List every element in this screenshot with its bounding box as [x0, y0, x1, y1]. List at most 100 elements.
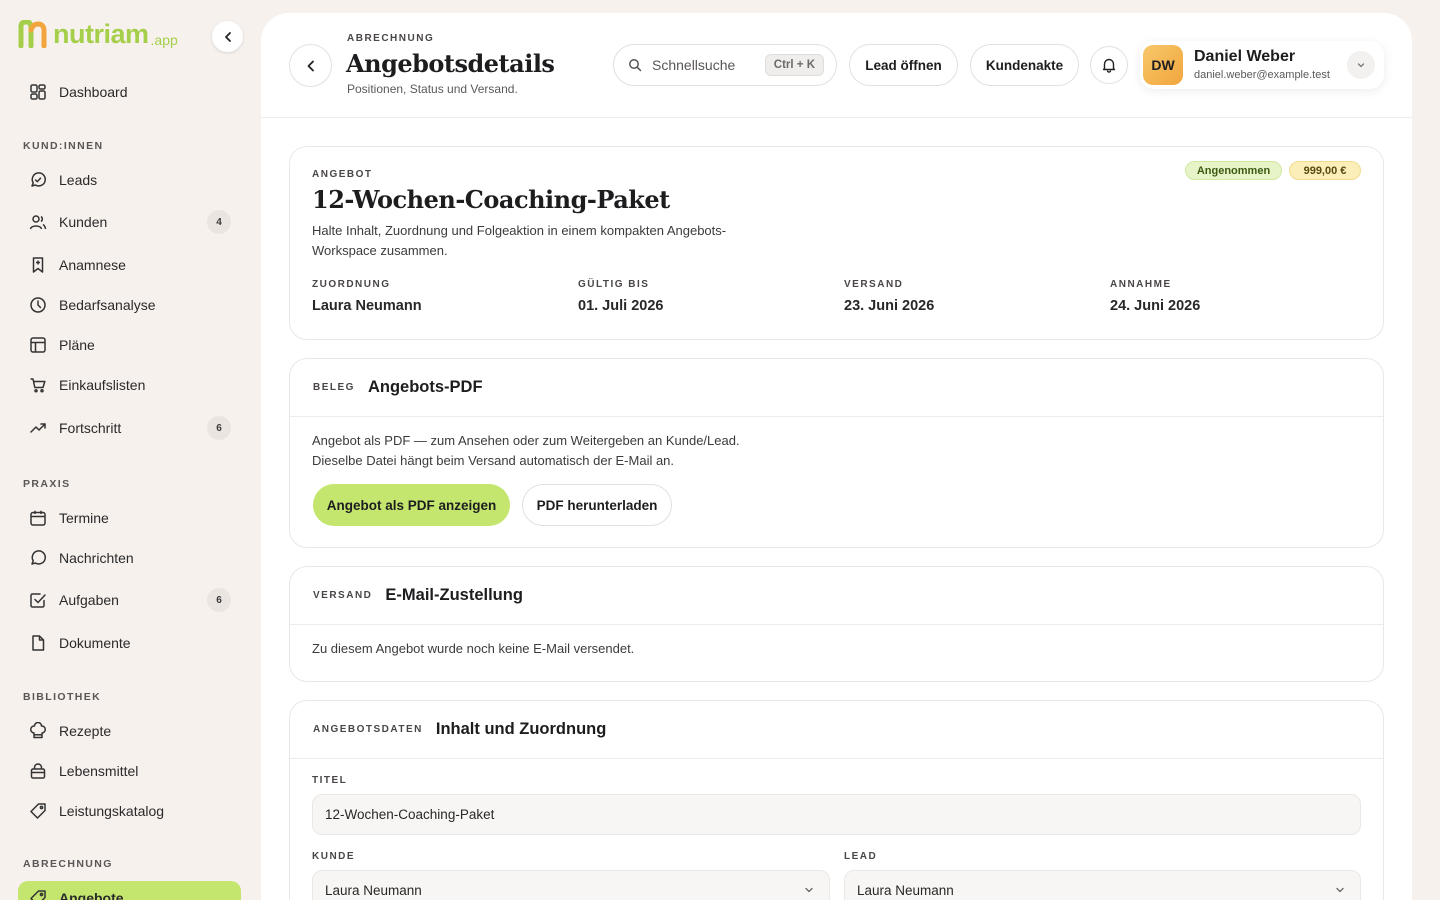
chevron-down-icon — [1357, 63, 1365, 68]
sidebar-item-aufgaben[interactable]: Aufgaben 6 — [18, 583, 241, 617]
pdf-card: BELEG Angebots-PDF Angebot als PDF — zum… — [289, 358, 1384, 548]
title-field[interactable]: 12-Wochen-Coaching-Paket — [312, 794, 1361, 835]
search-shortcut-hint: Ctrl + K — [764, 54, 824, 76]
sidebar-item-label: Angebote — [59, 890, 124, 900]
sidebar-item-label: Fortschritt — [59, 420, 122, 436]
calendar-icon — [29, 509, 47, 527]
sidebar-item-label: Leads — [59, 172, 98, 188]
sidebar-item-nachrichten[interactable]: Nachrichten — [18, 541, 241, 575]
brand-logo[interactable]: nutriam .app — [18, 20, 178, 48]
email-card-header: VERSAND E-Mail-Zustellung — [290, 567, 1383, 625]
search-icon — [629, 59, 642, 72]
offer-data-header: ANGEBOTSDATEN Inhalt und Zuordnung — [290, 701, 1383, 759]
avatar: DW — [1143, 45, 1183, 85]
sidebar-item-einkaufslisten[interactable]: Einkaufslisten — [18, 368, 241, 402]
count-badge: 6 — [207, 416, 231, 440]
search-input[interactable]: Schnellsuche Ctrl + K — [613, 44, 837, 86]
sidebar-item-plaene[interactable]: Pläne — [18, 328, 241, 362]
count-badge: 4 — [207, 210, 231, 234]
sidebar-item-leads[interactable]: Leads — [18, 163, 241, 197]
user-menu-toggle[interactable] — [1347, 51, 1375, 79]
sidebar-item-label: Lebensmittel — [59, 763, 139, 779]
checkbox-icon — [29, 591, 47, 609]
pdf-info-line-2: Dieselbe Datei hängt beim Versand automa… — [312, 453, 675, 468]
offer-data-eyebrow: ANGEBOTSDATEN — [313, 724, 423, 735]
sidebar-item-angebote[interactable]: Angebote — [18, 881, 241, 900]
chevron-down-icon — [805, 887, 813, 893]
table-icon — [29, 336, 47, 354]
view-pdf-button[interactable]: Angebot als PDF anzeigen — [313, 484, 510, 526]
pdf-eyebrow: BELEG — [313, 382, 355, 393]
bell-icon — [1102, 58, 1116, 73]
meta-label-valid-until: GÜLTIG BIS — [578, 279, 650, 290]
back-button[interactable] — [289, 44, 332, 87]
offer-data-card: ANGEBOTSDATEN Inhalt und Zuordnung TITEL… — [289, 700, 1384, 900]
sidebar-item-fortschritt[interactable]: Fortschritt 6 — [18, 411, 241, 445]
main-panel: ABRECHNUNG Angebotsdetails Positionen, S… — [261, 13, 1412, 900]
meta-value-valid-until: 01. Juli 2026 — [578, 298, 664, 314]
title-field-label: TITEL — [312, 775, 348, 786]
message-icon — [29, 549, 47, 567]
brand-name: nutriam — [53, 19, 149, 49]
user-name: Daniel Weber — [1194, 48, 1296, 65]
sidebar-item-anamnese[interactable]: Anamnese — [18, 248, 241, 282]
sidebar-item-lebensmittel[interactable]: Lebensmittel — [18, 754, 241, 788]
price-badge: 999,00 € — [1289, 161, 1361, 180]
meta-label-assignment: ZUORDNUNG — [312, 279, 391, 290]
sidebar-item-label: Termine — [59, 510, 109, 526]
collapse-sidebar-button[interactable] — [212, 21, 243, 52]
offer-summary-card: ANGEBOT 12-Wochen-Coaching-Paket Halte I… — [289, 146, 1384, 340]
email-delivery-card: VERSAND E-Mail-Zustellung Zu diesem Ange… — [289, 566, 1384, 682]
sidebar-item-label: Einkaufslisten — [59, 377, 146, 393]
chevron-down-icon — [1336, 887, 1344, 893]
user-email: daniel.weber@example.test — [1194, 69, 1330, 81]
nav-section-kundinnen: KUND:INNEN — [23, 140, 104, 152]
meta-label-accepted: ANNAHME — [1110, 279, 1172, 290]
page-eyebrow: ABRECHNUNG — [347, 33, 435, 44]
bookmark-icon — [29, 256, 47, 274]
sidebar-item-leistungskatalog[interactable]: Leistungskatalog — [18, 794, 241, 828]
page-subtitle: Positionen, Status und Versand. — [347, 82, 518, 96]
page-title: Angebotsdetails — [346, 49, 555, 78]
sidebar-item-label: Kunden — [59, 214, 108, 230]
meta-value-sent: 23. Juni 2026 — [844, 298, 935, 314]
email-title: E-Mail-Zustellung — [385, 586, 523, 604]
logo-mark-icon — [18, 20, 47, 48]
download-pdf-button[interactable]: PDF herunterladen — [522, 484, 672, 526]
sidebar-item-termine[interactable]: Termine — [18, 501, 241, 535]
customer-file-button[interactable]: Kundenakte — [970, 44, 1079, 86]
tag-icon — [29, 889, 47, 900]
dashboard-icon — [29, 83, 47, 101]
sidebar: nutriam .app Dashboard KUND:INNEN Leads … — [0, 0, 261, 900]
offer-title: 12-Wochen-Coaching-Paket — [312, 185, 670, 214]
user-menu[interactable]: DW Daniel Weber daniel.weber@example.tes… — [1140, 41, 1384, 89]
nav-section-bibliothek: BIBLIOTHEK — [23, 691, 102, 703]
lead-select-value: Laura Neumann — [857, 883, 954, 898]
sidebar-item-label: Dokumente — [59, 635, 131, 651]
status-badge: Angenommen — [1185, 161, 1282, 180]
email-eyebrow: VERSAND — [313, 590, 373, 601]
tag-icon — [29, 802, 47, 820]
notifications-button[interactable] — [1090, 46, 1128, 84]
sidebar-item-label: Nachrichten — [59, 550, 134, 566]
sidebar-item-dokumente[interactable]: Dokumente — [18, 626, 241, 660]
search-placeholder: Schnellsuche — [652, 57, 736, 73]
meta-value-assignment: Laura Neumann — [312, 298, 422, 314]
nav-section-praxis: PRAXIS — [23, 478, 71, 490]
open-lead-button[interactable]: Lead öffnen — [849, 44, 958, 86]
chef-hat-icon — [29, 722, 47, 740]
lead-select[interactable]: Laura Neumann — [844, 870, 1361, 900]
pdf-card-header: BELEG Angebots-PDF — [290, 359, 1383, 417]
offer-description: Halte Inhalt, Zuordnung und Folgeaktion … — [312, 223, 727, 258]
sidebar-item-dashboard[interactable]: Dashboard — [18, 75, 241, 109]
sidebar-item-bedarfsanalyse[interactable]: Bedarfsanalyse — [18, 288, 241, 322]
sidebar-item-label: Leistungskatalog — [59, 803, 165, 819]
sidebar-item-kunden[interactable]: Kunden 4 — [18, 205, 241, 239]
sidebar-item-rezepte[interactable]: Rezepte — [18, 714, 241, 748]
trending-up-icon — [29, 419, 47, 437]
chevron-left-icon — [224, 31, 231, 42]
customer-select[interactable]: Laura Neumann — [312, 870, 830, 900]
customer-field-label: KUNDE — [312, 851, 356, 862]
offer-data-title: Inhalt und Zuordnung — [435, 720, 607, 738]
sidebar-item-label: Anamnese — [59, 257, 126, 273]
